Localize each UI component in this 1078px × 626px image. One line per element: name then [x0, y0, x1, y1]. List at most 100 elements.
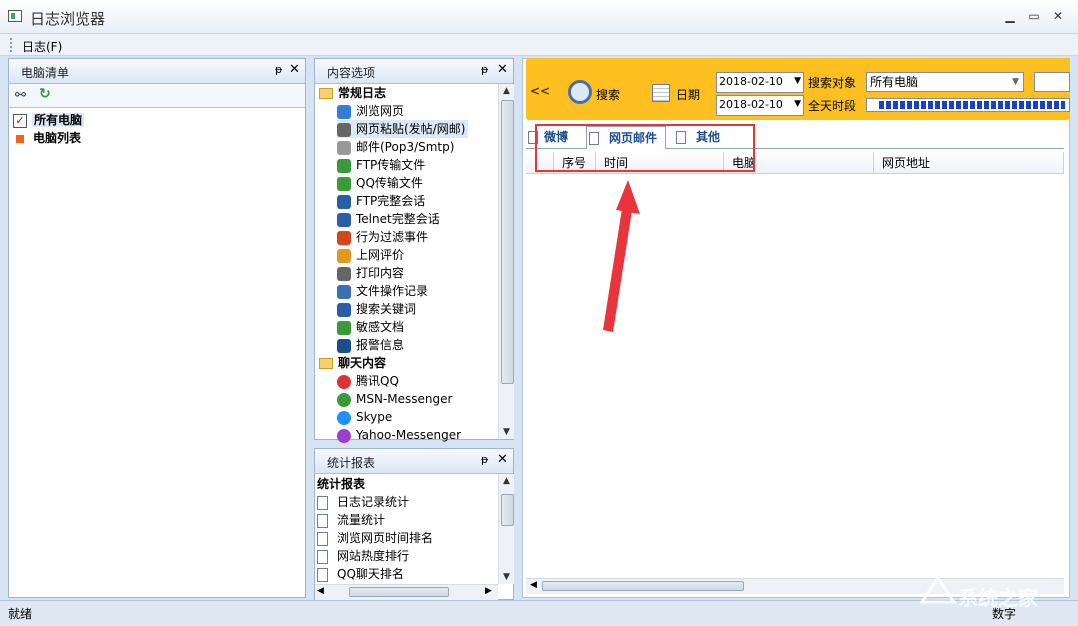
content-options-title: 内容选项: [327, 66, 376, 80]
title-bar: 日志浏览器 ▁ ▭ ✕: [0, 0, 1078, 34]
content-option-item[interactable]: 报警信息: [337, 336, 404, 354]
log-type-icon: [337, 104, 351, 119]
computer-list-header: 电脑清单 ᵽ ✕: [9, 59, 305, 84]
content-option-item[interactable]: 邮件(Pop3/Smtp): [337, 138, 454, 156]
folder-chat-content[interactable]: 聊天内容: [319, 354, 386, 372]
content-option-item[interactable]: 搜索关键词: [337, 300, 416, 318]
menu-log[interactable]: 日志(F): [22, 38, 62, 55]
app-icon: [8, 10, 22, 22]
search-icon[interactable]: [568, 80, 592, 104]
computer-list-item[interactable]: 电脑列表: [13, 129, 81, 147]
log-type-icon: [337, 266, 351, 281]
date-from-input[interactable]: 2018-02-10 ▼: [716, 72, 804, 93]
page-icon: [317, 549, 328, 564]
scroll-left-icon[interactable]: ◀: [530, 580, 537, 590]
stats-hscrollbar[interactable]: ◀ ▶: [315, 584, 498, 600]
panel-close-icon[interactable]: ✕: [289, 62, 300, 77]
content-option-item[interactable]: 网页粘贴(发帖/网邮): [337, 120, 469, 138]
stats-group-label: 统计报表: [317, 477, 366, 491]
watermark: 系统之家: [918, 574, 1068, 614]
content-option-item[interactable]: FTP完整会话: [337, 192, 425, 210]
computer-list-panel: 电脑清单 ᵽ ✕ ⚯ ↻ ✓ 所有电脑 电脑列表: [8, 58, 306, 598]
binoculars-icon[interactable]: ⚯: [15, 88, 26, 103]
checkbox-icon[interactable]: ✓: [13, 113, 27, 128]
content-options-panel: 内容选项 ᵽ ✕ 常规日志 浏览网页 网页粘贴(发帖/网邮) 邮件(Pop3/Smt…: [314, 58, 514, 443]
stats-report-item[interactable]: 浏览网页时间排名: [317, 529, 433, 547]
panel-close-icon[interactable]: ✕: [497, 452, 508, 467]
content-option-item[interactable]: 上网评价: [337, 246, 404, 264]
content-option-item[interactable]: QQ传输文件: [337, 174, 423, 192]
content-option-item[interactable]: 敏感文档: [337, 318, 404, 336]
menu-bar: 日志(F): [0, 34, 1078, 56]
stats-vscrollbar[interactable]: ▲ ▼: [498, 474, 514, 584]
content-option-item[interactable]: Telnet完整会话: [337, 210, 440, 228]
content-option-item[interactable]: 行为过滤事件: [337, 228, 428, 246]
hscroll-thumb[interactable]: [349, 587, 449, 597]
scroll-left-icon[interactable]: ◀: [317, 586, 324, 596]
time-range-bar[interactable]: [866, 98, 1070, 112]
pin-icon[interactable]: ᵽ: [481, 63, 488, 76]
chat-option-item[interactable]: 腾讯QQ: [337, 372, 399, 390]
chat-option-item[interactable]: MSN-Messenger: [337, 390, 452, 408]
log-type-icon: [337, 176, 351, 191]
content-option-item[interactable]: 文件操作记录: [337, 282, 428, 300]
log-type-icon: [337, 320, 351, 335]
folder-general-logs[interactable]: 常规日志: [319, 84, 386, 102]
date-to-input[interactable]: 2018-02-10 ▼: [716, 95, 804, 116]
chevron-down-icon[interactable]: ▼: [794, 96, 801, 113]
log-type-icon: [337, 230, 351, 245]
calendar-icon[interactable]: [652, 84, 670, 102]
date-button[interactable]: 日期: [676, 86, 700, 103]
content-option-item[interactable]: FTP传输文件: [337, 156, 425, 174]
scroll-thumb[interactable]: [501, 100, 514, 384]
stats-panel: 统计报表 ᵽ ✕ 统计报表 日志记录统计 流量统计 浏览网页时间排名 网站热度排行 QQ…: [314, 448, 514, 600]
log-type-icon: [337, 338, 351, 353]
scroll-right-icon[interactable]: ▶: [485, 586, 492, 596]
stats-report-item[interactable]: 日志记录统计: [317, 493, 409, 511]
refresh-icon[interactable]: ↻: [39, 86, 51, 102]
page-icon: [317, 531, 328, 546]
column-url[interactable]: 网页地址: [874, 152, 1064, 174]
chat-option-item[interactable]: Skype: [337, 408, 392, 426]
chevron-down-icon[interactable]: ▼: [1012, 73, 1019, 91]
content-options-scrollbar[interactable]: ▲ ▼: [498, 84, 514, 439]
stats-report-item[interactable]: 网站热度排行: [317, 547, 409, 565]
pin-icon[interactable]: ᵽ: [481, 453, 488, 466]
content-option-item[interactable]: 浏览网页: [337, 102, 404, 120]
chat-app-icon: [337, 392, 351, 407]
scroll-thumb[interactable]: [501, 494, 514, 526]
stats-title: 统计报表: [327, 456, 376, 470]
chat-option-item[interactable]: Yahoo-Messenger: [337, 426, 461, 444]
chevron-down-icon[interactable]: ▼: [794, 73, 801, 90]
hscroll-thumb[interactable]: [542, 581, 744, 591]
folder-icon: [319, 88, 333, 99]
log-type-icon: [337, 158, 351, 173]
minimize-button[interactable]: ▁: [1002, 8, 1018, 24]
stats-report-item[interactable]: QQ聊天排名: [317, 565, 404, 583]
close-button[interactable]: ✕: [1050, 8, 1066, 24]
collapse-button[interactable]: <<: [530, 84, 550, 98]
search-target-select[interactable]: 所有电脑 ▼: [866, 72, 1024, 92]
search-button[interactable]: 搜索: [596, 86, 620, 103]
scroll-down-icon[interactable]: ▼: [499, 570, 514, 584]
watermark-logo-icon: [919, 575, 957, 604]
pin-icon[interactable]: ᵽ: [275, 63, 282, 76]
log-type-icon: [337, 212, 351, 227]
log-type-icon: [337, 122, 351, 137]
extra-input[interactable]: [1034, 72, 1070, 92]
all-day-label: 全天时段: [808, 99, 857, 113]
chat-app-icon: [337, 374, 351, 389]
computer-list-toolbar: ⚯ ↻: [9, 84, 305, 108]
content-option-item[interactable]: 打印内容: [337, 264, 404, 282]
scroll-up-icon[interactable]: ▲: [499, 84, 514, 98]
stats-report-item[interactable]: 流量统计: [317, 511, 385, 529]
maximize-button[interactable]: ▭: [1026, 8, 1042, 24]
all-computers-item[interactable]: ✓ 所有电脑: [13, 111, 85, 129]
panel-close-icon[interactable]: ✕: [497, 62, 508, 77]
log-type-icon: [337, 302, 351, 317]
window-title: 日志浏览器: [30, 10, 106, 28]
chat-app-icon: [337, 410, 351, 425]
scroll-up-icon[interactable]: ▲: [499, 474, 514, 488]
scroll-down-icon[interactable]: ▼: [499, 425, 514, 439]
stats-header: 统计报表 ᵽ ✕: [315, 449, 513, 474]
